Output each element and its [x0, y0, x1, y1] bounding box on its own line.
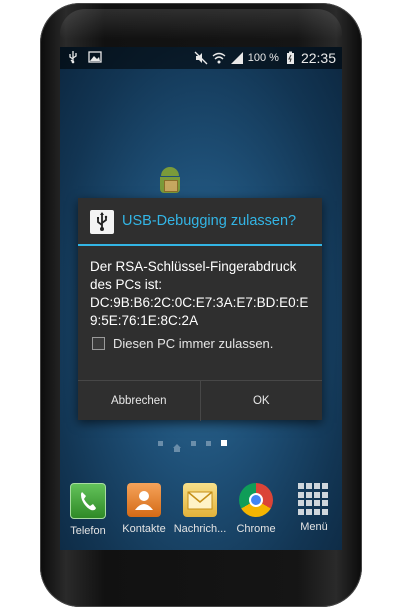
clock: 22:35 [300, 50, 336, 66]
dialog-title: USB-Debugging zulassen? [122, 213, 297, 229]
usb-icon [66, 50, 80, 64]
dock-item-kontakte[interactable]: Kontakte [116, 483, 172, 535]
home-page-icon[interactable] [173, 439, 181, 452]
page-dot-active[interactable] [221, 440, 227, 446]
apps-menu-icon [298, 483, 330, 515]
dialog-header: USB-Debugging zulassen? [78, 198, 322, 246]
dock-label: Chrome [236, 523, 276, 535]
page-dot[interactable] [191, 440, 196, 446]
chrome-icon [239, 483, 273, 517]
dock-item-menu[interactable]: Menü [286, 483, 342, 533]
dock-label: Telefon [70, 525, 106, 537]
page-dot[interactable] [158, 440, 163, 446]
always-allow-checkbox[interactable] [92, 337, 105, 350]
message-line: des PCs ist: [90, 277, 163, 292]
always-allow-label: Diesen PC immer zulassen. [113, 336, 274, 351]
android-widget-icon[interactable] [156, 167, 184, 197]
dock-item-telefon[interactable]: Telefon [60, 483, 116, 537]
message-line: DC:9B:B6:2C:0C:E7:3A:E7:BD:E0:E [90, 295, 309, 310]
dialog-message: Der RSA-Schlüssel-Fingerabdruck des PCs … [90, 258, 312, 330]
signal-icon [230, 51, 244, 65]
screen: 100 % 22:35 USB-Debugging zulassen? Der … [60, 47, 342, 550]
status-bar: 100 % 22:35 [60, 47, 342, 69]
dock-item-nachrichten[interactable]: Nachrich... [172, 483, 228, 535]
image-icon [88, 50, 102, 64]
phone-top-glint [60, 9, 342, 39]
dock-item-chrome[interactable]: Chrome [228, 483, 284, 535]
phone-icon [70, 483, 106, 519]
page-indicator [158, 439, 227, 452]
always-allow-checkbox-row[interactable]: Diesen PC immer zulassen. [92, 336, 273, 351]
usb-debugging-dialog: USB-Debugging zulassen? Der RSA-Schlüsse… [78, 198, 322, 421]
dock: Telefon Kontakte Nachrich... Chrome Menü [60, 477, 342, 550]
page-dot[interactable] [206, 440, 211, 446]
dock-label: Nachrich... [173, 523, 227, 535]
contacts-icon [127, 483, 161, 517]
ok-button[interactable]: OK [201, 381, 323, 421]
message-line: 9:5E:76:1E:8C:2A [90, 313, 199, 328]
message-line: Der RSA-Schlüssel-Fingerabdruck [90, 259, 297, 274]
messages-icon [183, 483, 217, 517]
wifi-icon [212, 51, 226, 65]
battery-icon [283, 51, 297, 65]
usb-icon [90, 210, 114, 234]
battery-percent: 100 % [247, 52, 279, 64]
mute-icon [194, 51, 208, 65]
dock-label: Kontakte [122, 523, 166, 535]
cancel-button[interactable]: Abbrechen [78, 381, 200, 421]
dialog-button-bar: Abbrechen OK [78, 380, 322, 421]
hardware-home-area[interactable] [160, 560, 240, 594]
dock-label: Menü [300, 521, 328, 533]
